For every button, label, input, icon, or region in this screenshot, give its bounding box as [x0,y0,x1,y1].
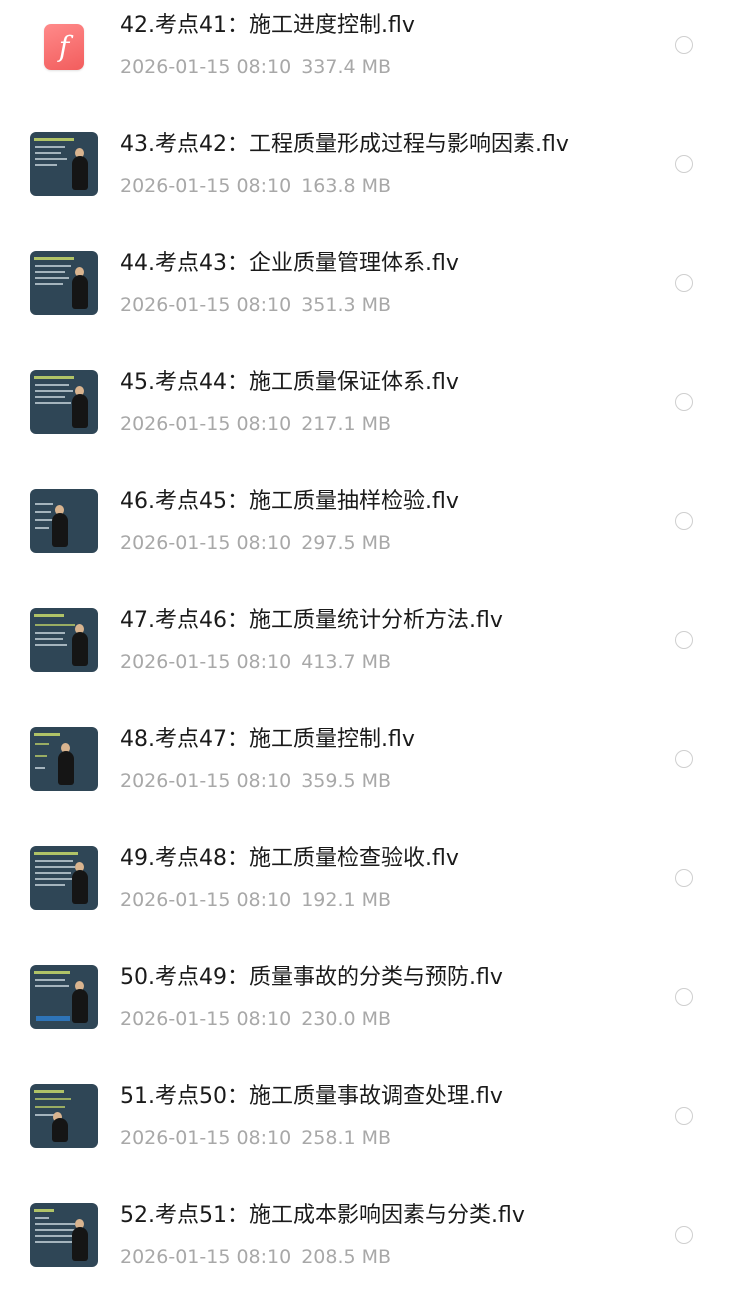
file-name: 47.考点46：施工质量统计分析方法.flv [120,608,503,633]
file-name: 46.考点45：施工质量抽样检验.flv [120,489,459,514]
video-thumbnail [30,846,98,910]
select-radio[interactable] [675,36,693,54]
video-thumbnail [30,965,98,1029]
file-date: 2026-01-15 08:10 [120,532,292,554]
video-thumbnail [30,727,98,791]
file-size: 351.3 MB [301,294,392,316]
file-row[interactable]: 45.考点44：施工质量保证体系.flv 2026-01-15 08:10 217… [0,357,731,476]
file-meta: 2026-01-15 08:10 351.3 MB [120,293,391,317]
file-name: 42.考点41：施工进度控制.flv [120,13,415,38]
file-size: 297.5 MB [301,532,392,554]
file-row[interactable]: 43.考点42：工程质量形成过程与影响因素.flv 2026-01-15 08:… [0,119,731,238]
video-thumbnail [30,1203,98,1267]
select-radio[interactable] [675,1107,693,1125]
file-row[interactable]: f 42.考点41：施工进度控制.flv 2026-01-15 08:10 337… [0,0,731,119]
file-size: 192.1 MB [301,889,392,911]
file-date: 2026-01-15 08:10 [120,1127,292,1149]
file-date: 2026-01-15 08:10 [120,413,292,435]
file-meta: 2026-01-15 08:10 258.1 MB [120,1126,391,1150]
file-date: 2026-01-15 08:10 [120,889,292,911]
file-name: 50.考点49：质量事故的分类与预防.flv [120,965,503,990]
file-row[interactable]: 48.考点47：施工质量控制.flv 2026-01-15 08:10 359.5… [0,714,731,833]
file-date: 2026-01-15 08:10 [120,1008,292,1030]
file-date: 2026-01-15 08:10 [120,56,292,78]
file-size: 258.1 MB [301,1127,392,1149]
video-thumbnail [30,370,98,434]
file-size: 413.7 MB [301,651,392,673]
file-size: 337.4 MB [301,56,392,78]
file-size: 230.0 MB [301,1008,392,1030]
file-meta: 2026-01-15 08:10 208.5 MB [120,1245,391,1269]
file-meta: 2026-01-15 08:10 413.7 MB [120,650,391,674]
file-date: 2026-01-15 08:10 [120,651,292,673]
video-thumbnail [30,132,98,196]
file-meta: 2026-01-15 08:10 230.0 MB [120,1007,391,1031]
file-meta: 2026-01-15 08:10 192.1 MB [120,888,391,912]
select-radio[interactable] [675,274,693,292]
file-row[interactable]: 47.考点46：施工质量统计分析方法.flv 2026-01-15 08:10 4… [0,595,731,714]
flash-file-icon: f [44,24,84,70]
file-meta: 2026-01-15 08:10 359.5 MB [120,769,391,793]
video-thumbnail [30,251,98,315]
file-name: 44.考点43：企业质量管理体系.flv [120,251,459,276]
video-thumbnail [30,608,98,672]
file-meta: 2026-01-15 08:10 217.1 MB [120,412,391,436]
file-name: 45.考点44：施工质量保证体系.flv [120,370,459,395]
file-size: 359.5 MB [301,770,392,792]
file-row[interactable]: 50.考点49：质量事故的分类与预防.flv 2026-01-15 08:10 2… [0,952,731,1071]
file-name: 49.考点48：施工质量检查验收.flv [120,846,459,871]
file-meta: 2026-01-15 08:10 337.4 MB [120,55,391,79]
file-row[interactable]: 46.考点45：施工质量抽样检验.flv 2026-01-15 08:10 297… [0,476,731,595]
file-date: 2026-01-15 08:10 [120,294,292,316]
select-radio[interactable] [675,631,693,649]
select-radio[interactable] [675,155,693,173]
file-size: 163.8 MB [301,175,392,197]
select-radio[interactable] [675,393,693,411]
file-size: 217.1 MB [301,413,392,435]
video-thumbnail [30,489,98,553]
select-radio[interactable] [675,869,693,887]
video-thumbnail [30,1084,98,1148]
file-name: 52.考点51：施工成本影响因素与分类.flv [120,1203,525,1228]
file-row[interactable]: 52.考点51：施工成本影响因素与分类.flv 2026-01-15 08:10… [0,1190,731,1309]
file-row[interactable]: 51.考点50：施工质量事故调查处理.flv 2026-01-15 08:10 2… [0,1071,731,1190]
file-date: 2026-01-15 08:10 [120,175,292,197]
select-radio[interactable] [675,1226,693,1244]
select-radio[interactable] [675,988,693,1006]
file-meta: 2026-01-15 08:10 163.8 MB [120,174,391,198]
file-row[interactable]: 44.考点43：企业质量管理体系.flv 2026-01-15 08:10 351… [0,238,731,357]
file-list: f 42.考点41：施工进度控制.flv 2026-01-15 08:10 337… [0,0,731,1280]
select-radio[interactable] [675,750,693,768]
file-row[interactable]: 49.考点48：施工质量检查验收.flv 2026-01-15 08:10 192… [0,833,731,952]
select-radio[interactable] [675,512,693,530]
file-name: 48.考点47：施工质量控制.flv [120,727,415,752]
file-name: 43.考点42：工程质量形成过程与影响因素.flv [120,132,569,157]
file-date: 2026-01-15 08:10 [120,1246,292,1268]
file-size: 208.5 MB [301,1246,392,1268]
file-date: 2026-01-15 08:10 [120,770,292,792]
file-name: 51.考点50：施工质量事故调查处理.flv [120,1084,503,1109]
file-meta: 2026-01-15 08:10 297.5 MB [120,531,391,555]
